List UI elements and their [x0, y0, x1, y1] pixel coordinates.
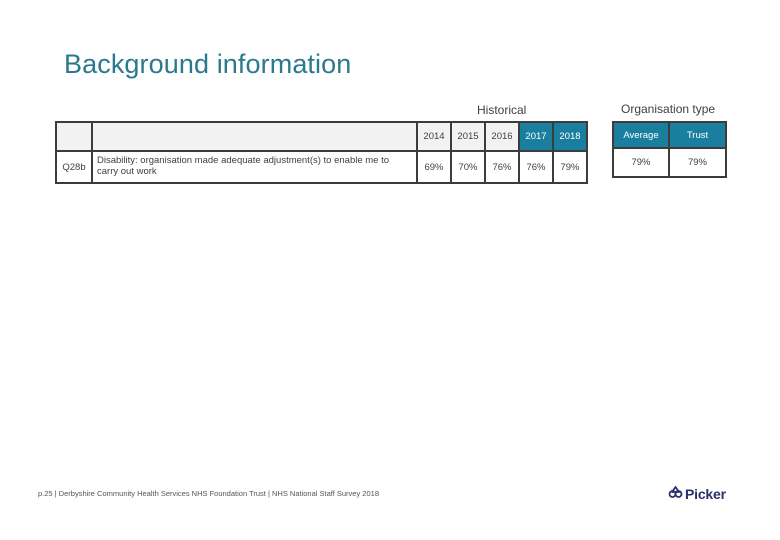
question-code-cell: Q28b: [55, 150, 93, 184]
trust-header-cell: Trust: [668, 121, 727, 149]
question-description-cell: Disability: organisation made adequate a…: [91, 150, 418, 184]
historical-table: 2014 2015 2016 2017 2018 Q28b Disability…: [55, 121, 588, 184]
value-2018: 79%: [552, 150, 588, 184]
year-header-2016: 2016: [484, 121, 520, 152]
year-header-2017: 2017: [518, 121, 554, 152]
year-header-2018: 2018: [552, 121, 588, 152]
picker-logo-icon: [668, 485, 683, 503]
historical-group-label: Historical: [477, 103, 527, 117]
picker-logo: Picker: [668, 485, 726, 503]
value-2014: 69%: [416, 150, 452, 184]
org-header-row: Average Trust: [612, 121, 727, 149]
description-header-cell: [91, 121, 418, 152]
code-header-cell: [55, 121, 93, 152]
table-header-row: 2014 2015 2016 2017 2018: [55, 121, 588, 152]
page-title: Background information: [64, 49, 352, 79]
value-2016: 76%: [484, 150, 520, 184]
average-value-cell: 79%: [612, 147, 670, 178]
year-header-2014: 2014: [416, 121, 452, 152]
footer-text: p.25 | Derbyshire Community Health Servi…: [38, 489, 379, 498]
picker-logo-text: Picker: [685, 486, 726, 502]
value-2015: 70%: [450, 150, 486, 184]
table-row: 79% 79%: [612, 147, 727, 178]
year-header-2015: 2015: [450, 121, 486, 152]
value-2017: 76%: [518, 150, 554, 184]
average-header-cell: Average: [612, 121, 670, 149]
organisation-type-table: Average Trust 79% 79%: [612, 121, 727, 178]
table-row: Q28b Disability: organisation made adequ…: [55, 150, 588, 184]
organisation-type-group-label: Organisation type: [621, 102, 716, 116]
trust-value-cell: 79%: [668, 147, 727, 178]
